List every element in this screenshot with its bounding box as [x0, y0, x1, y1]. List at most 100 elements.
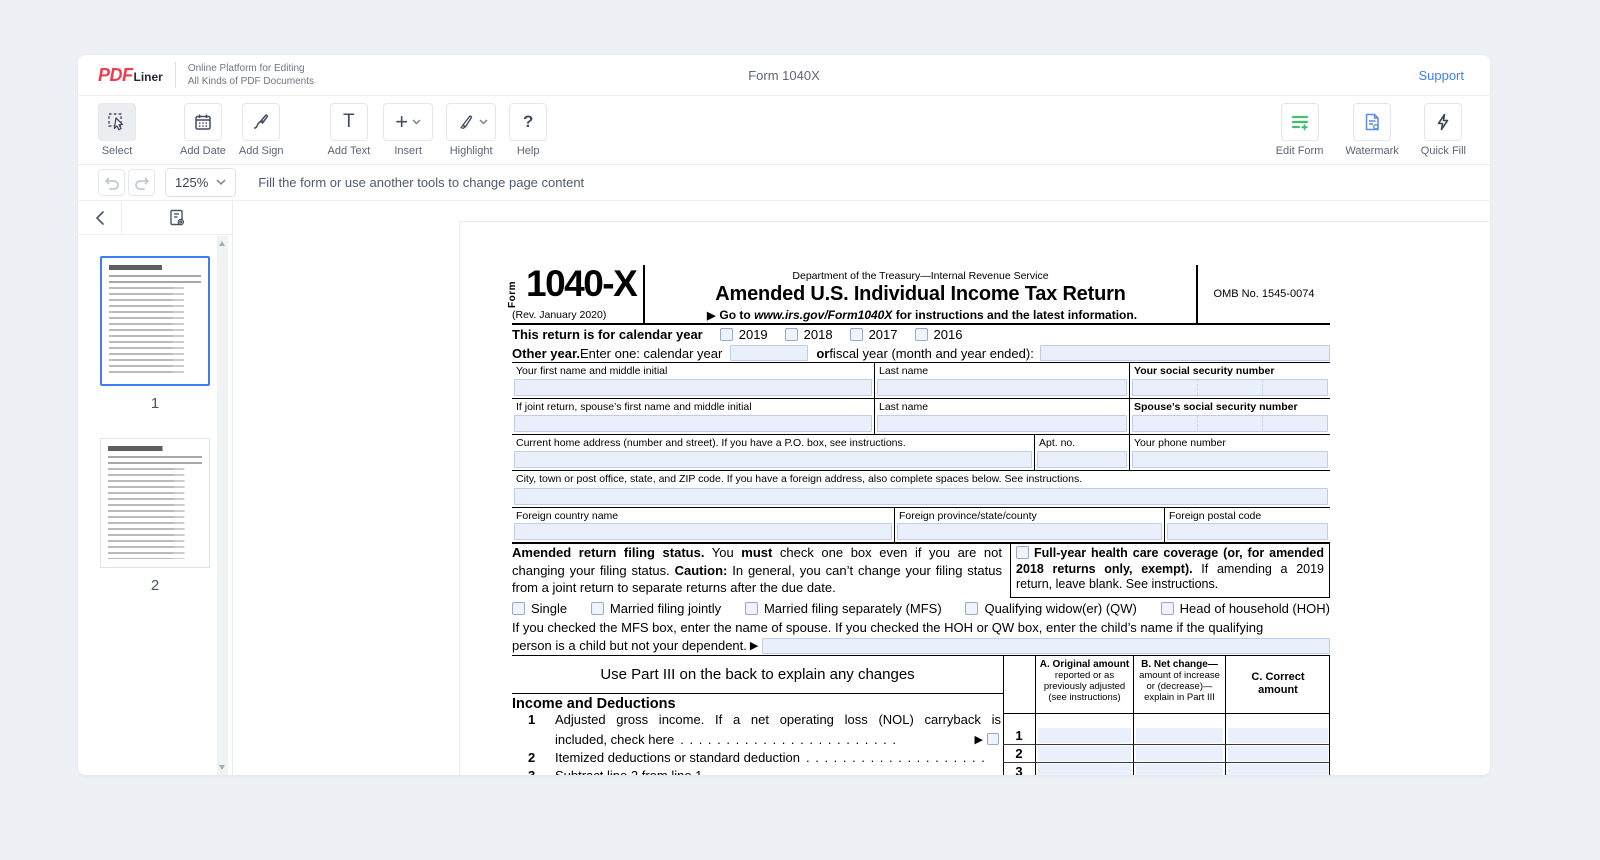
- chevron-down-icon: [216, 179, 226, 186]
- text-icon: T: [343, 111, 355, 132]
- foreign-postal-input[interactable]: [1167, 523, 1328, 540]
- scroll-up-arrow-icon[interactable]: [219, 241, 225, 246]
- document-gear-icon: [167, 208, 187, 228]
- insert-button[interactable]: + Insert: [383, 103, 434, 157]
- spouse-last-name-input[interactable]: [877, 415, 1127, 432]
- amount-columns: A. Original amount reported or as previo…: [1003, 656, 1330, 775]
- health-coverage-checkbox[interactable]: [1016, 546, 1029, 559]
- spouse-or-child-name-input[interactable]: [762, 637, 1330, 654]
- phone-number-input[interactable]: [1132, 451, 1328, 468]
- help-button[interactable]: ? Help: [509, 103, 548, 157]
- city-state-zip-input[interactable]: [514, 488, 1328, 505]
- page-thumbnail-1[interactable]: [100, 256, 210, 386]
- calendar-icon: [193, 112, 213, 132]
- ssn-input[interactable]: [1132, 379, 1328, 396]
- line2-col-c-input[interactable]: [1228, 746, 1328, 761]
- line-1-text: 1 Adjusted gross income. If a net operat…: [528, 712, 1001, 727]
- pdfliner-app-window: PDF Liner Online Platform for Editing Al…: [78, 55, 1490, 775]
- scroll-down-arrow-icon[interactable]: [219, 765, 225, 770]
- support-link[interactable]: Support: [1418, 68, 1464, 83]
- form-goto-line: ▶ Go to www.irs.gov/Form1040X for instruc…: [706, 308, 1138, 322]
- line3-col-a-input[interactable]: [1038, 764, 1131, 775]
- single-checkbox[interactable]: [512, 602, 525, 615]
- sub-toolbar: 125% Fill the form or use another tools …: [78, 165, 1490, 201]
- highlight-button[interactable]: Highlight: [446, 103, 497, 157]
- collapse-sidebar-button[interactable]: [78, 201, 122, 234]
- form-revision: (Rev. January 2020): [512, 309, 607, 321]
- spouse-first-name-input[interactable]: [514, 415, 872, 432]
- zoom-level-select[interactable]: 125%: [165, 168, 237, 197]
- page-thumbnails: 1 2: [78, 235, 232, 620]
- arrow-right-icon: ▶: [974, 733, 983, 746]
- page-thumbnail-2[interactable]: [100, 438, 210, 568]
- chevron-left-icon: [95, 210, 105, 226]
- watermark-button[interactable]: Watermark: [1345, 103, 1399, 157]
- line-2-text: 2 Itemized deductions or standard deduct…: [528, 749, 986, 765]
- address-row: Current home address (number and street)…: [512, 435, 1330, 471]
- line3-col-b-input[interactable]: [1136, 764, 1223, 775]
- qualifying-widow-checkbox[interactable]: [965, 602, 979, 615]
- plus-icon: +: [395, 109, 409, 134]
- name-row: Your first name and middle initial Last …: [512, 363, 1330, 399]
- calendar-year-row: This return is for calendar year 2019 20…: [512, 327, 963, 342]
- line-1-text-continued: included, check here . . . . . . . . . .…: [512, 730, 1003, 748]
- add-text-button[interactable]: T Add Text: [328, 103, 370, 157]
- calendar-year-label: This return is for calendar year: [512, 327, 703, 342]
- document-title: Form 1040X: [748, 67, 820, 83]
- omb-number: OMB No. 1545-0074: [1213, 288, 1315, 300]
- page-number-label: 2: [150, 577, 160, 594]
- line1-col-c-input[interactable]: [1228, 728, 1328, 743]
- select-cursor-icon: [106, 111, 128, 133]
- spouse-name-row: If joint return, spouse’s first name and…: [512, 399, 1330, 435]
- nol-carryback-checkbox[interactable]: [987, 733, 999, 745]
- line1-col-b-input[interactable]: [1136, 728, 1223, 743]
- filing-status-options: Single Married filing jointly Married fi…: [512, 598, 1330, 619]
- form-masthead: Form 1040-X (Rev. January 2020) Departme…: [507, 263, 1330, 325]
- married-jointly-checkbox[interactable]: [590, 602, 604, 615]
- redo-button[interactable]: [128, 169, 155, 196]
- lightning-bolt-icon: [1433, 112, 1453, 132]
- table-row: 1: [1003, 727, 1329, 745]
- mfs-note-line2: person is a child but not your dependent…: [512, 636, 1330, 655]
- other-year-row: Other year. Enter one: calendar year or …: [512, 344, 1330, 363]
- form-1040x-page: Form 1040-X (Rev. January 2020) Departme…: [459, 221, 1490, 775]
- page-settings-button[interactable]: [122, 208, 232, 228]
- sidebar-scrollbar[interactable]: [217, 236, 228, 775]
- fiscal-year-input[interactable]: [1039, 345, 1330, 361]
- edit-form-icon: [1289, 111, 1311, 133]
- year-2017-checkbox[interactable]: [849, 328, 863, 341]
- column-a-header: A. Original amount reported or as previo…: [1039, 659, 1130, 703]
- spouse-ssn-input[interactable]: [1132, 415, 1328, 432]
- line2-col-b-input[interactable]: [1136, 746, 1223, 761]
- year-2019-checkbox[interactable]: [719, 328, 733, 341]
- first-name-input[interactable]: [514, 379, 872, 396]
- select-tool-button[interactable]: Select: [98, 103, 136, 157]
- line1-col-a-input[interactable]: [1038, 728, 1131, 743]
- quick-fill-button[interactable]: Quick Fill: [1421, 103, 1466, 157]
- treasury-line: Department of the Treasury—Internal Reve…: [792, 270, 1049, 282]
- foreign-country-input[interactable]: [514, 523, 892, 540]
- filing-status-section: Amended return filing status. You must c…: [512, 544, 1330, 598]
- last-name-input[interactable]: [877, 379, 1127, 396]
- add-date-button[interactable]: Add Date: [180, 103, 226, 157]
- home-address-input[interactable]: [514, 451, 1032, 468]
- head-of-household-checkbox[interactable]: [1160, 602, 1174, 615]
- year-2018-checkbox[interactable]: [784, 328, 798, 341]
- foreign-address-row: Foreign country name Foreign province/st…: [512, 508, 1330, 544]
- married-separately-checkbox[interactable]: [744, 602, 758, 615]
- add-sign-button[interactable]: Add Sign: [239, 103, 284, 157]
- health-coverage-box: Full-year health care coverage (or, for …: [1010, 544, 1330, 598]
- chevron-down-icon: [412, 119, 421, 125]
- chevron-down-icon: [479, 119, 488, 125]
- line3-col-c-input[interactable]: [1228, 764, 1328, 775]
- edit-form-button[interactable]: Edit Form: [1276, 103, 1323, 157]
- foreign-province-input[interactable]: [897, 523, 1162, 540]
- form-word-vertical: Form: [507, 281, 518, 308]
- amounts-table: Use Part III on the back to explain any …: [512, 655, 1330, 775]
- year-2016-checkbox[interactable]: [914, 328, 928, 341]
- other-calendar-year-input[interactable]: [730, 345, 809, 361]
- undo-icon: [104, 176, 120, 190]
- line2-col-a-input[interactable]: [1038, 746, 1131, 761]
- undo-button[interactable]: [98, 169, 125, 196]
- apt-number-input[interactable]: [1037, 451, 1127, 468]
